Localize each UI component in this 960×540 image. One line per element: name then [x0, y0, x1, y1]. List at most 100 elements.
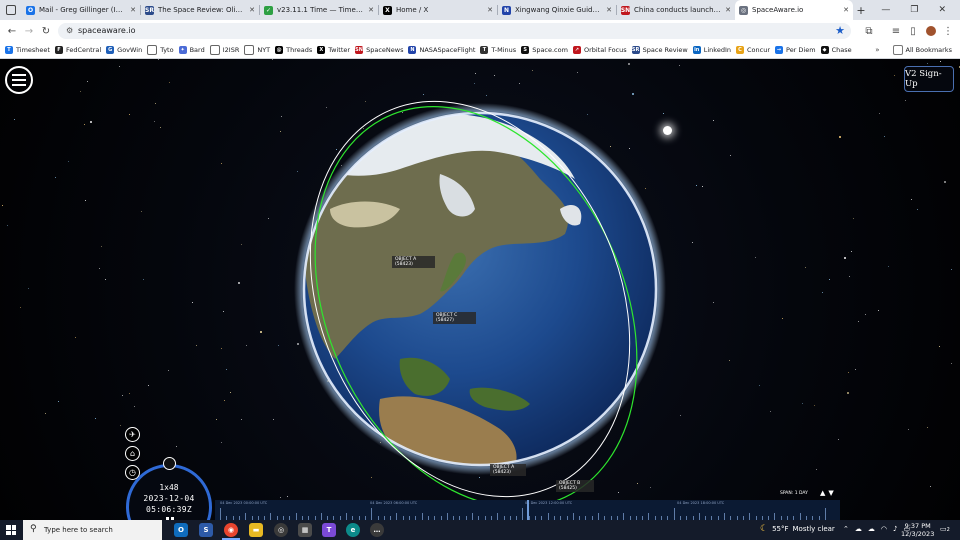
bookmark-item[interactable]: C Concur: [735, 46, 770, 54]
globe-scene: [294, 100, 666, 508]
tray-clock[interactable]: 9:37 PM 12/3/2023: [901, 522, 934, 538]
bookmark-item[interactable]: ✦ Bard: [178, 46, 205, 54]
close-tab-icon[interactable]: ✕: [725, 6, 731, 14]
timeline-label: 04 Dec 2023 18:00:00 UTC: [677, 501, 725, 505]
bookmark-item[interactable]: in LinkedIn: [692, 46, 731, 54]
bookmark-item[interactable]: SR Space Review: [631, 46, 688, 54]
space-review-bookmark-icon: SR: [631, 46, 640, 54]
more-bookmarks-icon[interactable]: »: [875, 46, 879, 54]
bookmark-item[interactable]: T Timesheet: [5, 46, 50, 54]
edge-icon[interactable]: e: [346, 523, 360, 537]
taskbar-search[interactable]: ⚲ Type here to search: [23, 520, 162, 540]
browser-menu-icon[interactable]: ⋮: [941, 24, 955, 38]
browser-tab[interactable]: X Home / X ✕: [379, 0, 497, 20]
span-decrease-icon[interactable]: ▼: [828, 489, 836, 497]
object-label[interactable]: OBJECT A (58423): [490, 464, 526, 476]
outlook-taskbar-icon[interactable]: O: [174, 523, 188, 537]
file-explorer-icon[interactable]: ▬: [249, 523, 263, 537]
bookmark-item[interactable]: NYT: [244, 45, 270, 55]
tminus-icon: T: [480, 46, 489, 54]
timeline-tick: [547, 513, 549, 520]
bookmark-star-icon[interactable]: ★: [835, 24, 845, 37]
app-s-taskbar-icon[interactable]: S: [199, 523, 213, 537]
notification-icon[interactable]: ▭2: [940, 525, 950, 533]
bookmark-item[interactable]: T T-Minus: [480, 46, 516, 54]
browser-tab[interactable]: O Mail - Greg Gillinger (Integrity✕: [22, 0, 140, 20]
all-bookmarks-button[interactable]: All Bookmarks: [892, 45, 952, 55]
close-tab-icon[interactable]: ✕: [130, 6, 136, 14]
satellite-icon[interactable]: ✈: [125, 427, 140, 442]
bookmark-item[interactable]: S Space.com: [521, 46, 568, 54]
browser-tab[interactable]: ◎ SpaceAware.io ✕: [735, 0, 853, 20]
bookmark-label: LinkedIn: [703, 46, 731, 54]
back-icon[interactable]: ←: [5, 24, 19, 38]
windows-start-icon[interactable]: [6, 525, 16, 535]
folder-icon: [244, 45, 255, 55]
app-circle-icon[interactable]: …: [370, 523, 384, 537]
teams-icon[interactable]: T: [322, 523, 336, 537]
bookmark-item[interactable]: G GovWin: [106, 46, 142, 54]
v2-signup-button[interactable]: V2 Sign-Up: [904, 66, 954, 92]
timeline-label: 04 Dec 2023 06:00:00 UTC: [370, 501, 418, 505]
tab-search-button[interactable]: [0, 0, 22, 20]
url-bar[interactable]: ⚙ spaceaware.io ★: [58, 23, 851, 39]
folder-icon: [892, 45, 903, 55]
wifi-icon[interactable]: ◠: [881, 525, 887, 533]
forward-icon[interactable]: →: [22, 24, 36, 38]
browser-tab[interactable]: SNChina conducts launch to tes ✕: [617, 0, 735, 20]
bookmark-label: GovWin: [117, 46, 143, 54]
bookmark-item[interactable]: I2ISR: [209, 45, 239, 55]
sim-date: 2023-12-04: [143, 494, 195, 503]
chrome-taskbar-icon[interactable]: ◉: [224, 523, 238, 537]
chevron-up-icon[interactable]: ⌃: [843, 525, 849, 533]
spacecom-icon: S: [521, 46, 530, 54]
bookmark-item[interactable]: X Twitter: [317, 46, 350, 54]
timeline-bar[interactable]: 04 Dec 2023 00:00:00 UTC 04 Dec 2023 06:…: [215, 500, 840, 520]
bookmark-item[interactable]: → Per Diem: [775, 46, 816, 54]
calculator-icon[interactable]: ▦: [298, 523, 312, 537]
bookmark-item[interactable]: F FedCentral: [54, 46, 101, 54]
side-panel-icon[interactable]: ▯: [906, 24, 920, 38]
profile-avatar[interactable]: [924, 24, 938, 38]
new-tab-button[interactable]: +: [853, 2, 869, 18]
globe-viewport[interactable]: OBJECT A (58423) OBJECT C (58427) OBJECT…: [0, 59, 960, 520]
timeline-cursor[interactable]: [527, 500, 529, 520]
close-tab-icon[interactable]: ✕: [843, 6, 849, 14]
volume-icon[interactable]: ♪: [893, 525, 897, 533]
hamburger-menu-button[interactable]: [5, 66, 33, 94]
close-window-icon[interactable]: ✕: [938, 5, 946, 15]
browser-tab[interactable]: N Xingwang Qinxie Guidao 02A ✕: [498, 0, 616, 20]
home-icon[interactable]: ⌂: [125, 446, 140, 461]
bookmark-label: SpaceNews: [366, 46, 404, 54]
reload-icon[interactable]: ↻: [39, 24, 53, 38]
tab-title: Home / X: [396, 6, 429, 14]
site-info-icon[interactable]: ⚙: [66, 26, 73, 35]
media-controls-icon[interactable]: ≡: [889, 24, 903, 38]
bookmark-item[interactable]: Tyto: [147, 45, 174, 55]
cloud-icon[interactable]: ☁: [855, 525, 862, 533]
time-rate-knob[interactable]: [163, 457, 176, 470]
bookmark-item[interactable]: SN SpaceNews: [355, 46, 403, 54]
timesheet-icon: ✓: [264, 5, 273, 15]
bookmark-item[interactable]: ◆ Chase: [820, 46, 852, 54]
camera-app-icon[interactable]: ◎: [274, 523, 288, 537]
bookmark-item[interactable]: ↗ Orbital Focus: [572, 46, 627, 54]
chase-icon: ◆: [820, 46, 829, 54]
extensions-icon[interactable]: ⧉: [862, 24, 876, 38]
bookmark-item[interactable]: N NASASpaceFlight: [408, 46, 475, 54]
close-tab-icon[interactable]: ✕: [606, 6, 612, 14]
weather-widget[interactable]: ☾ 55°F Mostly clear: [760, 524, 835, 534]
object-label[interactable]: OBJECT B (58425): [556, 480, 594, 492]
close-tab-icon[interactable]: ✕: [487, 6, 493, 14]
bookmark-label: Twitter: [328, 46, 351, 54]
browser-tab[interactable]: ✓ v23.11.1 Time — Timesheet for ✕: [260, 0, 378, 20]
restore-icon[interactable]: ❐: [910, 5, 918, 15]
object-label[interactable]: OBJECT C (58427): [433, 312, 476, 324]
onedrive-icon[interactable]: ☁: [868, 525, 875, 533]
close-tab-icon[interactable]: ✕: [368, 6, 374, 14]
browser-tab[interactable]: SR The Space Review: Olimp and✕: [141, 0, 259, 20]
bookmark-item[interactable]: @ Threads: [275, 46, 312, 54]
minimize-icon[interactable]: —: [881, 5, 890, 15]
object-label[interactable]: OBJECT A (58423): [392, 256, 435, 268]
close-tab-icon[interactable]: ✕: [249, 6, 255, 14]
